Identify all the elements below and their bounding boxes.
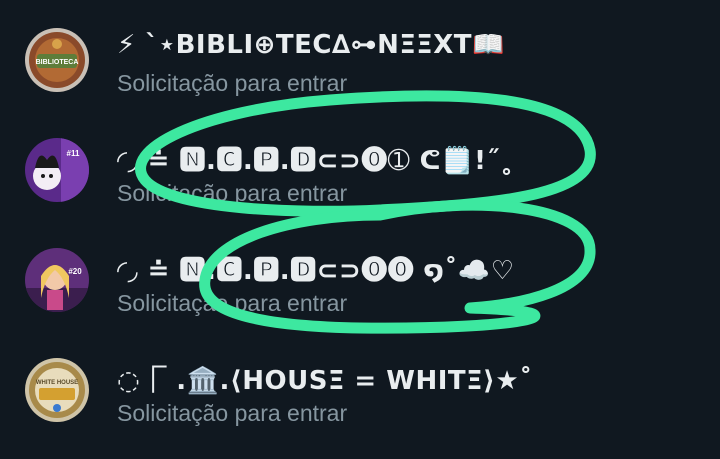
group-avatar[interactable]: BIBLIOTECA (25, 28, 89, 92)
group-avatar[interactable]: #20 (25, 248, 89, 312)
group-name: ◌⎾ .🏛️.⟨HOUSΞ = WHITΞ⟩★˚ (117, 366, 533, 396)
request-status: Solicitação para entrar (117, 290, 348, 316)
svg-text:#20: #20 (68, 267, 82, 276)
request-status: Solicitação para entrar (117, 400, 348, 426)
join-requests-list: BIBLIOTECA ⚡ ˋ⋆BIBLI⊕TEC∆⊶NΞΞXT📖 Solicit… (0, 0, 720, 459)
group-name: ⚡ ˋ⋆BIBLI⊕TEC∆⊶NΞΞXT📖 (117, 30, 505, 60)
request-status: Solicitação para entrar (117, 70, 348, 96)
join-request-item[interactable]: #20 ◜◞ ≐ 🅽.🅲.🅿.🅳⊂⊃⓿⓿ ໑˚☁️♡ Solicitação p… (0, 226, 720, 336)
group-avatar[interactable]: #11 (25, 138, 89, 202)
group-name: ◜◞ ≐ 🅽.🅲.🅿.🅳⊂⊃⓿⓿ ໑˚☁️♡ (117, 256, 515, 286)
group-avatar[interactable]: WHITE HOUSE (25, 358, 89, 422)
svg-text:#11: #11 (67, 149, 80, 158)
join-request-item[interactable]: BIBLIOTECA ⚡ ˋ⋆BIBLI⊕TEC∆⊶NΞΞXT📖 Solicit… (0, 6, 720, 116)
character-avatar-image: #20 (25, 248, 89, 312)
group-name: ◜◞ ≐ 🅽.🅲.🅿.🅳⊂⊃⓿➀ ᕦ🗒️!˝˳ (117, 146, 514, 176)
svg-text:WHITE HOUSE: WHITE HOUSE (36, 380, 78, 386)
svg-text:BIBLIOTECA: BIBLIOTECA (36, 59, 79, 66)
join-request-item[interactable]: WHITE HOUSE ◌⎾ .🏛️.⟨HOUSΞ = WHITΞ⟩★˚ Sol… (0, 336, 720, 446)
biblioteca-avatar-image: BIBLIOTECA (25, 28, 89, 92)
join-request-item[interactable]: #11 ◜◞ ≐ 🅽.🅲.🅿.🅳⊂⊃⓿➀ ᕦ🗒️!˝˳ Solicitação … (0, 116, 720, 226)
kuromi-avatar-image: #11 (25, 138, 89, 202)
white-house-avatar-image: WHITE HOUSE (25, 358, 89, 422)
request-status: Solicitação para entrar (117, 180, 348, 206)
